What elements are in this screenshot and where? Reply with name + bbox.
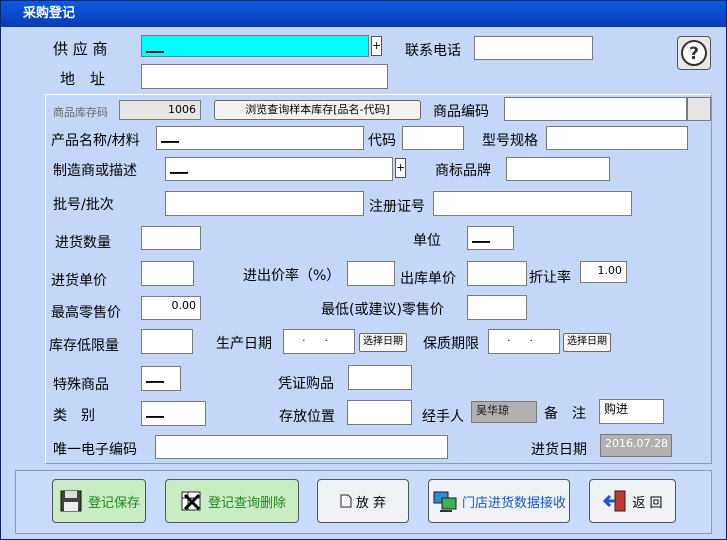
manufacturer-add-button[interactable]: +: [395, 158, 406, 178]
prod-date-select-button[interactable]: 选择日期: [359, 333, 407, 352]
expiry-select-button[interactable]: 选择日期: [563, 333, 611, 352]
product-name-label: 产品名称/材料: [51, 133, 140, 149]
receive-data-button[interactable]: 门店进货数据接收: [428, 479, 570, 523]
query-delete-button-label: 登记查询删除: [207, 495, 286, 511]
special-input[interactable]: ___: [141, 366, 181, 391]
model-label: 型号规格: [482, 133, 538, 149]
voucher-input[interactable]: [348, 365, 412, 390]
special-label: 特殊商品: [53, 377, 109, 393]
product-code-label: 商品编码: [433, 104, 489, 120]
save-button-label: 登记保存: [87, 495, 140, 511]
purchase-date-label: 进货日期: [531, 442, 587, 458]
location-input[interactable]: [347, 400, 412, 425]
purchase-window: 采购登记 供 应 商 ___ + 联系电话 ? 地 址 商品库存码 1006 浏…: [0, 0, 727, 540]
save-button[interactable]: 登记保存: [52, 479, 146, 523]
batch-input[interactable]: [165, 191, 364, 216]
min-retail-label: 最低(或建议)零售价: [321, 302, 444, 318]
stock-code-label: 商品库存码: [53, 106, 108, 119]
category-label: 类 别: [53, 408, 95, 424]
product-code-side[interactable]: [687, 97, 711, 121]
prod-date-label: 生产日期: [216, 336, 272, 352]
reg-no-input[interactable]: [433, 191, 632, 216]
supplier-input[interactable]: ___: [141, 35, 369, 57]
location-label: 存放位置: [279, 409, 335, 425]
discount-label: 折让率: [529, 270, 571, 286]
stock-limit-label: 库存低限量: [49, 338, 119, 354]
manufacturer-input[interactable]: ___: [165, 157, 393, 181]
handler-label: 经手人: [422, 409, 464, 425]
ecode-label: 唯一电子编码: [53, 442, 137, 458]
model-input[interactable]: [546, 126, 688, 150]
product-name-input[interactable]: ___: [156, 126, 364, 150]
ecode-input[interactable]: [155, 435, 448, 459]
price-label: 进货单价: [51, 273, 107, 289]
address-label: 地 址: [60, 70, 106, 88]
remark-label: 备 注: [544, 406, 586, 422]
back-button[interactable]: 返 回: [589, 479, 676, 523]
code-input[interactable]: [402, 126, 464, 150]
quantity-input[interactable]: [141, 226, 201, 250]
markup-label: 进出价率（%）: [243, 268, 341, 284]
discard-button-label: 放 弃: [355, 495, 387, 511]
query-delete-button[interactable]: 登记查询删除: [165, 479, 299, 523]
supplier-label: 供 应 商: [53, 40, 108, 58]
discard-button[interactable]: 放 弃: [317, 479, 409, 523]
code-label: 代码: [368, 133, 396, 149]
prod-date-input[interactable]: . .: [283, 329, 355, 354]
computer-transfer-icon: [433, 491, 457, 512]
discount-input[interactable]: 1.00: [580, 261, 627, 283]
exit-door-icon: [603, 490, 626, 512]
manufacturer-label: 制造商或描述: [53, 163, 137, 179]
reg-no-label: 注册证号: [369, 199, 425, 215]
blank-page-icon: [340, 494, 352, 508]
markup-input[interactable]: [347, 261, 395, 286]
quantity-label: 进货数量: [55, 235, 111, 251]
handler-input[interactable]: 吴华琼: [471, 401, 537, 423]
purchase-date-input[interactable]: 2016.07.28: [600, 434, 672, 457]
supplier-add-button[interactable]: +: [371, 36, 382, 56]
category-input[interactable]: ___: [141, 401, 206, 426]
stock-code-input[interactable]: 1006: [119, 100, 201, 120]
unit-label: 单位: [413, 233, 441, 249]
phone-input[interactable]: [474, 36, 593, 60]
min-retail-input[interactable]: [467, 295, 527, 320]
phone-label: 联系电话: [405, 43, 461, 59]
expiry-label: 保质期限: [423, 336, 479, 352]
batch-label: 批号/批次: [53, 197, 114, 213]
max-retail-label: 最高零售价: [51, 305, 121, 321]
out-price-input[interactable]: [467, 261, 527, 286]
out-price-label: 出库单价: [400, 271, 456, 287]
price-input[interactable]: [141, 261, 194, 286]
back-button-label: 返 回: [632, 495, 663, 511]
help-icon: ?: [681, 40, 707, 66]
voucher-label: 凭证购品: [278, 376, 334, 392]
unit-input[interactable]: ___: [467, 226, 514, 250]
delete-grid-icon: [181, 491, 201, 511]
product-code-input[interactable]: [504, 97, 687, 121]
browse-button[interactable]: 浏览查询样本库存[品名-代码]: [214, 100, 421, 120]
stock-limit-input[interactable]: [141, 329, 193, 354]
address-input[interactable]: [141, 64, 388, 89]
svg-text:?: ?: [689, 44, 699, 64]
window-title: 采购登记: [1, 1, 726, 27]
expiry-input[interactable]: . .: [488, 329, 560, 354]
brand-label: 商标品牌: [435, 163, 491, 179]
remark-input[interactable]: 购进: [599, 399, 664, 424]
receive-data-button-label: 门店进货数据接收: [461, 495, 566, 511]
floppy-disk-icon: [60, 490, 82, 512]
help-button[interactable]: ?: [677, 36, 711, 70]
max-retail-input[interactable]: 0.00: [141, 296, 201, 320]
brand-input[interactable]: [506, 157, 610, 181]
